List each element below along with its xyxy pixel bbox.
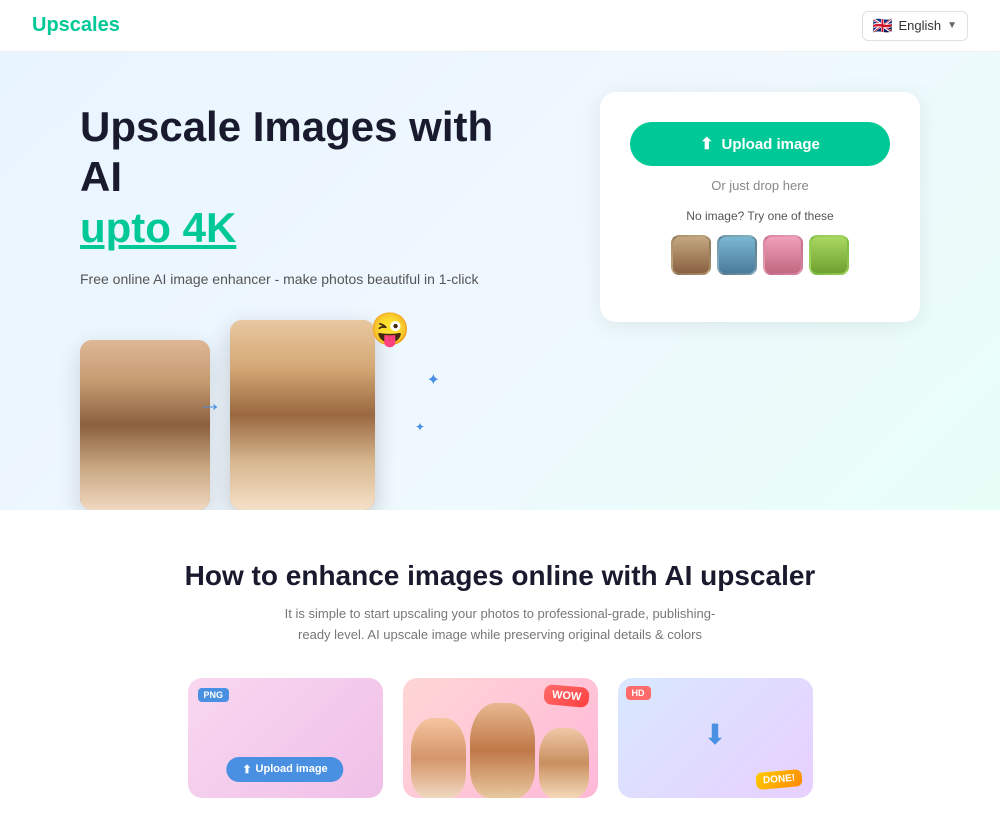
card-upload-button[interactable]: ⬆ Upload image (226, 757, 343, 782)
demo-before-image (80, 340, 210, 510)
hero-title-highlight: upto 4K (80, 204, 236, 251)
sample-label: No image? Try one of these (686, 209, 833, 223)
how-to-cards: PNG ⬆ Upload image WOW HD ⬇ DONE! (80, 678, 920, 798)
upload-image-button[interactable]: ⬆ Upload image (630, 122, 890, 166)
language-selector[interactable]: 🇬🇧 English ▼ (862, 11, 968, 41)
sparkle-icon-1: ✦ (427, 370, 440, 390)
upload-button-label: Upload image (722, 136, 820, 153)
sample-image-3[interactable] (763, 235, 803, 275)
how-card-enhance: WOW (403, 678, 598, 798)
flag-icon: 🇬🇧 (873, 16, 893, 36)
hero-left: Upscale Images with AI upto 4K Free onli… (80, 92, 540, 510)
sample-image-4[interactable] (809, 235, 849, 275)
download-icon: ⬇ (703, 718, 726, 751)
sample-images (671, 235, 849, 275)
hd-badge: HD (626, 686, 651, 700)
png-badge: PNG (198, 688, 230, 702)
done-badge: DONE! (756, 769, 804, 790)
wow-badge: WOW (543, 684, 590, 708)
hero-demo: → 😜 ✦ ✦ (80, 320, 380, 510)
logo[interactable]: Upscales (32, 14, 120, 37)
emoji-decoration: 😜 (370, 310, 410, 348)
how-to-section: How to enhance images online with AI ups… (0, 510, 1000, 838)
chevron-down-icon: ▼ (947, 20, 957, 31)
upload-card: ⬆ Upload image Or just drop here No imag… (600, 92, 920, 322)
demo-after-image (230, 320, 375, 510)
upload-icon: ⬆ (700, 134, 713, 154)
sample-image-1[interactable] (671, 235, 711, 275)
how-card-upload: PNG ⬆ Upload image (188, 678, 383, 798)
drop-text: Or just drop here (711, 178, 809, 193)
face-2 (470, 703, 535, 798)
lang-label: English (898, 18, 941, 33)
card-upload-label: Upload image (256, 763, 328, 775)
face-3 (539, 728, 589, 798)
upload-small-icon: ⬆ (242, 763, 251, 776)
how-card-download: HD ⬇ DONE! (618, 678, 813, 798)
navbar: Upscales 🇬🇧 English ▼ (0, 0, 1000, 52)
hero-title-line1: Upscale Images with AI (80, 103, 493, 200)
how-to-subtitle: It is simple to start upscaling your pho… (280, 604, 720, 646)
how-to-title: How to enhance images online with AI ups… (80, 560, 920, 592)
hero-subtitle: Free online AI image enhancer - make pho… (80, 269, 540, 290)
sparkle-icon-2: ✦ (415, 420, 425, 434)
face-group (410, 703, 590, 798)
face-1 (411, 718, 466, 798)
sample-image-2[interactable] (717, 235, 757, 275)
arrow-icon: → (198, 390, 222, 418)
hero-title: Upscale Images with AI upto 4K (80, 102, 540, 253)
hero-section: Upscale Images with AI upto 4K Free onli… (0, 52, 1000, 510)
